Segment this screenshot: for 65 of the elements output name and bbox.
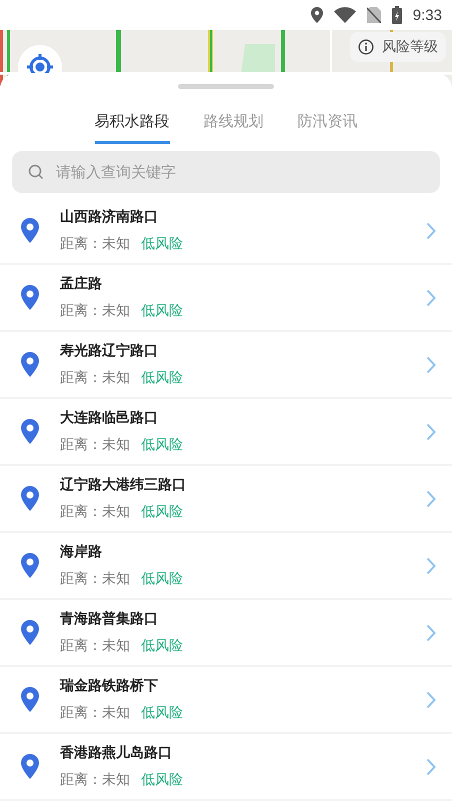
road-name: 大连路临邑路口	[60, 409, 159, 427]
wifi-icon	[334, 7, 356, 23]
chevron-right-icon	[426, 690, 436, 708]
risk-label: 低风险	[141, 503, 183, 521]
road-name: 青海路普集路口	[60, 610, 159, 628]
road-item[interactable]: 辽宁路大港纬三路口 距离：未知 低风险	[0, 466, 452, 533]
location-pin-icon	[21, 352, 39, 377]
location-pin-icon	[21, 687, 39, 712]
location-icon	[310, 7, 323, 23]
chevron-right-icon	[426, 222, 436, 240]
chevron-right-icon	[426, 490, 436, 508]
distance-text: 距离：未知	[60, 369, 130, 387]
location-pin-icon	[21, 419, 39, 444]
road-name: 海岸路	[60, 543, 103, 561]
road-name: 辽宁路大港纬三路口	[60, 476, 187, 494]
info-icon	[358, 39, 374, 55]
risk-label: 低风险	[141, 771, 183, 789]
road-item[interactable]: 大连路临邑路口 距离：未知 低风险	[0, 399, 452, 466]
risk-label: 低风险	[141, 436, 183, 454]
distance-text: 距离：未知	[60, 704, 130, 722]
road-name: 寿光路辽宁路口	[60, 342, 159, 360]
distance-text: 距离：未知	[60, 302, 130, 320]
road-item[interactable]: 海岸路 距离：未知 低风险	[0, 533, 452, 600]
chevron-right-icon	[426, 422, 436, 440]
distance-text: 距离：未知	[60, 771, 130, 789]
location-pin-icon	[21, 218, 39, 243]
road-item[interactable]: 香港路燕儿岛路口 距离：未知 低风险	[0, 734, 452, 801]
distance-text: 距离：未知	[60, 235, 130, 253]
risk-label: 低风险	[141, 704, 183, 722]
road-name: 瑞金路铁路桥下	[60, 677, 159, 695]
risk-label: 低风险	[141, 570, 183, 588]
distance-text: 距离：未知	[60, 436, 130, 454]
chevron-right-icon	[426, 556, 436, 574]
tab[interactable]: 易积水路段	[94, 110, 170, 144]
road-name: 山西路济南路口	[60, 208, 159, 226]
road-item[interactable]: 寿光路辽宁路口 距离：未知 低风险	[0, 332, 452, 399]
location-pin-icon	[21, 486, 39, 511]
distance-text: 距离：未知	[60, 570, 130, 588]
distance-text: 距离：未知	[60, 503, 130, 521]
road-item[interactable]: 孟庄路 距离：未知 低风险	[0, 265, 452, 332]
chevron-right-icon	[426, 288, 436, 306]
risk-label: 低风险	[141, 369, 183, 387]
road-item[interactable]: 山西路济南路口 距离：未知 低风险	[0, 198, 452, 265]
no-sim-icon	[366, 7, 381, 23]
risk-label: 低风险	[141, 302, 183, 320]
distance-text: 距离：未知	[60, 637, 130, 655]
location-pin-icon	[21, 285, 39, 310]
location-pin-icon	[21, 553, 39, 578]
risk-label: 低风险	[141, 637, 183, 655]
chevron-right-icon	[426, 356, 436, 374]
chevron-right-icon	[426, 624, 436, 642]
search-field[interactable]: 请输入查询关键字	[12, 151, 440, 193]
search-icon	[28, 164, 44, 180]
drag-handle[interactable]	[178, 84, 274, 89]
clock-time: 9:33	[412, 6, 442, 24]
risk-level-button[interactable]: 风险等级	[350, 32, 446, 62]
road-name: 孟庄路	[60, 275, 103, 293]
chevron-right-icon	[426, 758, 436, 776]
location-pin-icon	[21, 754, 39, 779]
road-item[interactable]: 青海路普集路口 距离：未知 低风险	[0, 600, 452, 667]
road-item[interactable]: 瑞金路铁路桥下 距离：未知 低风险	[0, 667, 452, 734]
location-pin-icon	[21, 620, 39, 645]
road-name: 香港路燕儿岛路口	[60, 744, 173, 762]
risk-label: 低风险	[141, 235, 183, 253]
battery-icon	[392, 6, 402, 24]
